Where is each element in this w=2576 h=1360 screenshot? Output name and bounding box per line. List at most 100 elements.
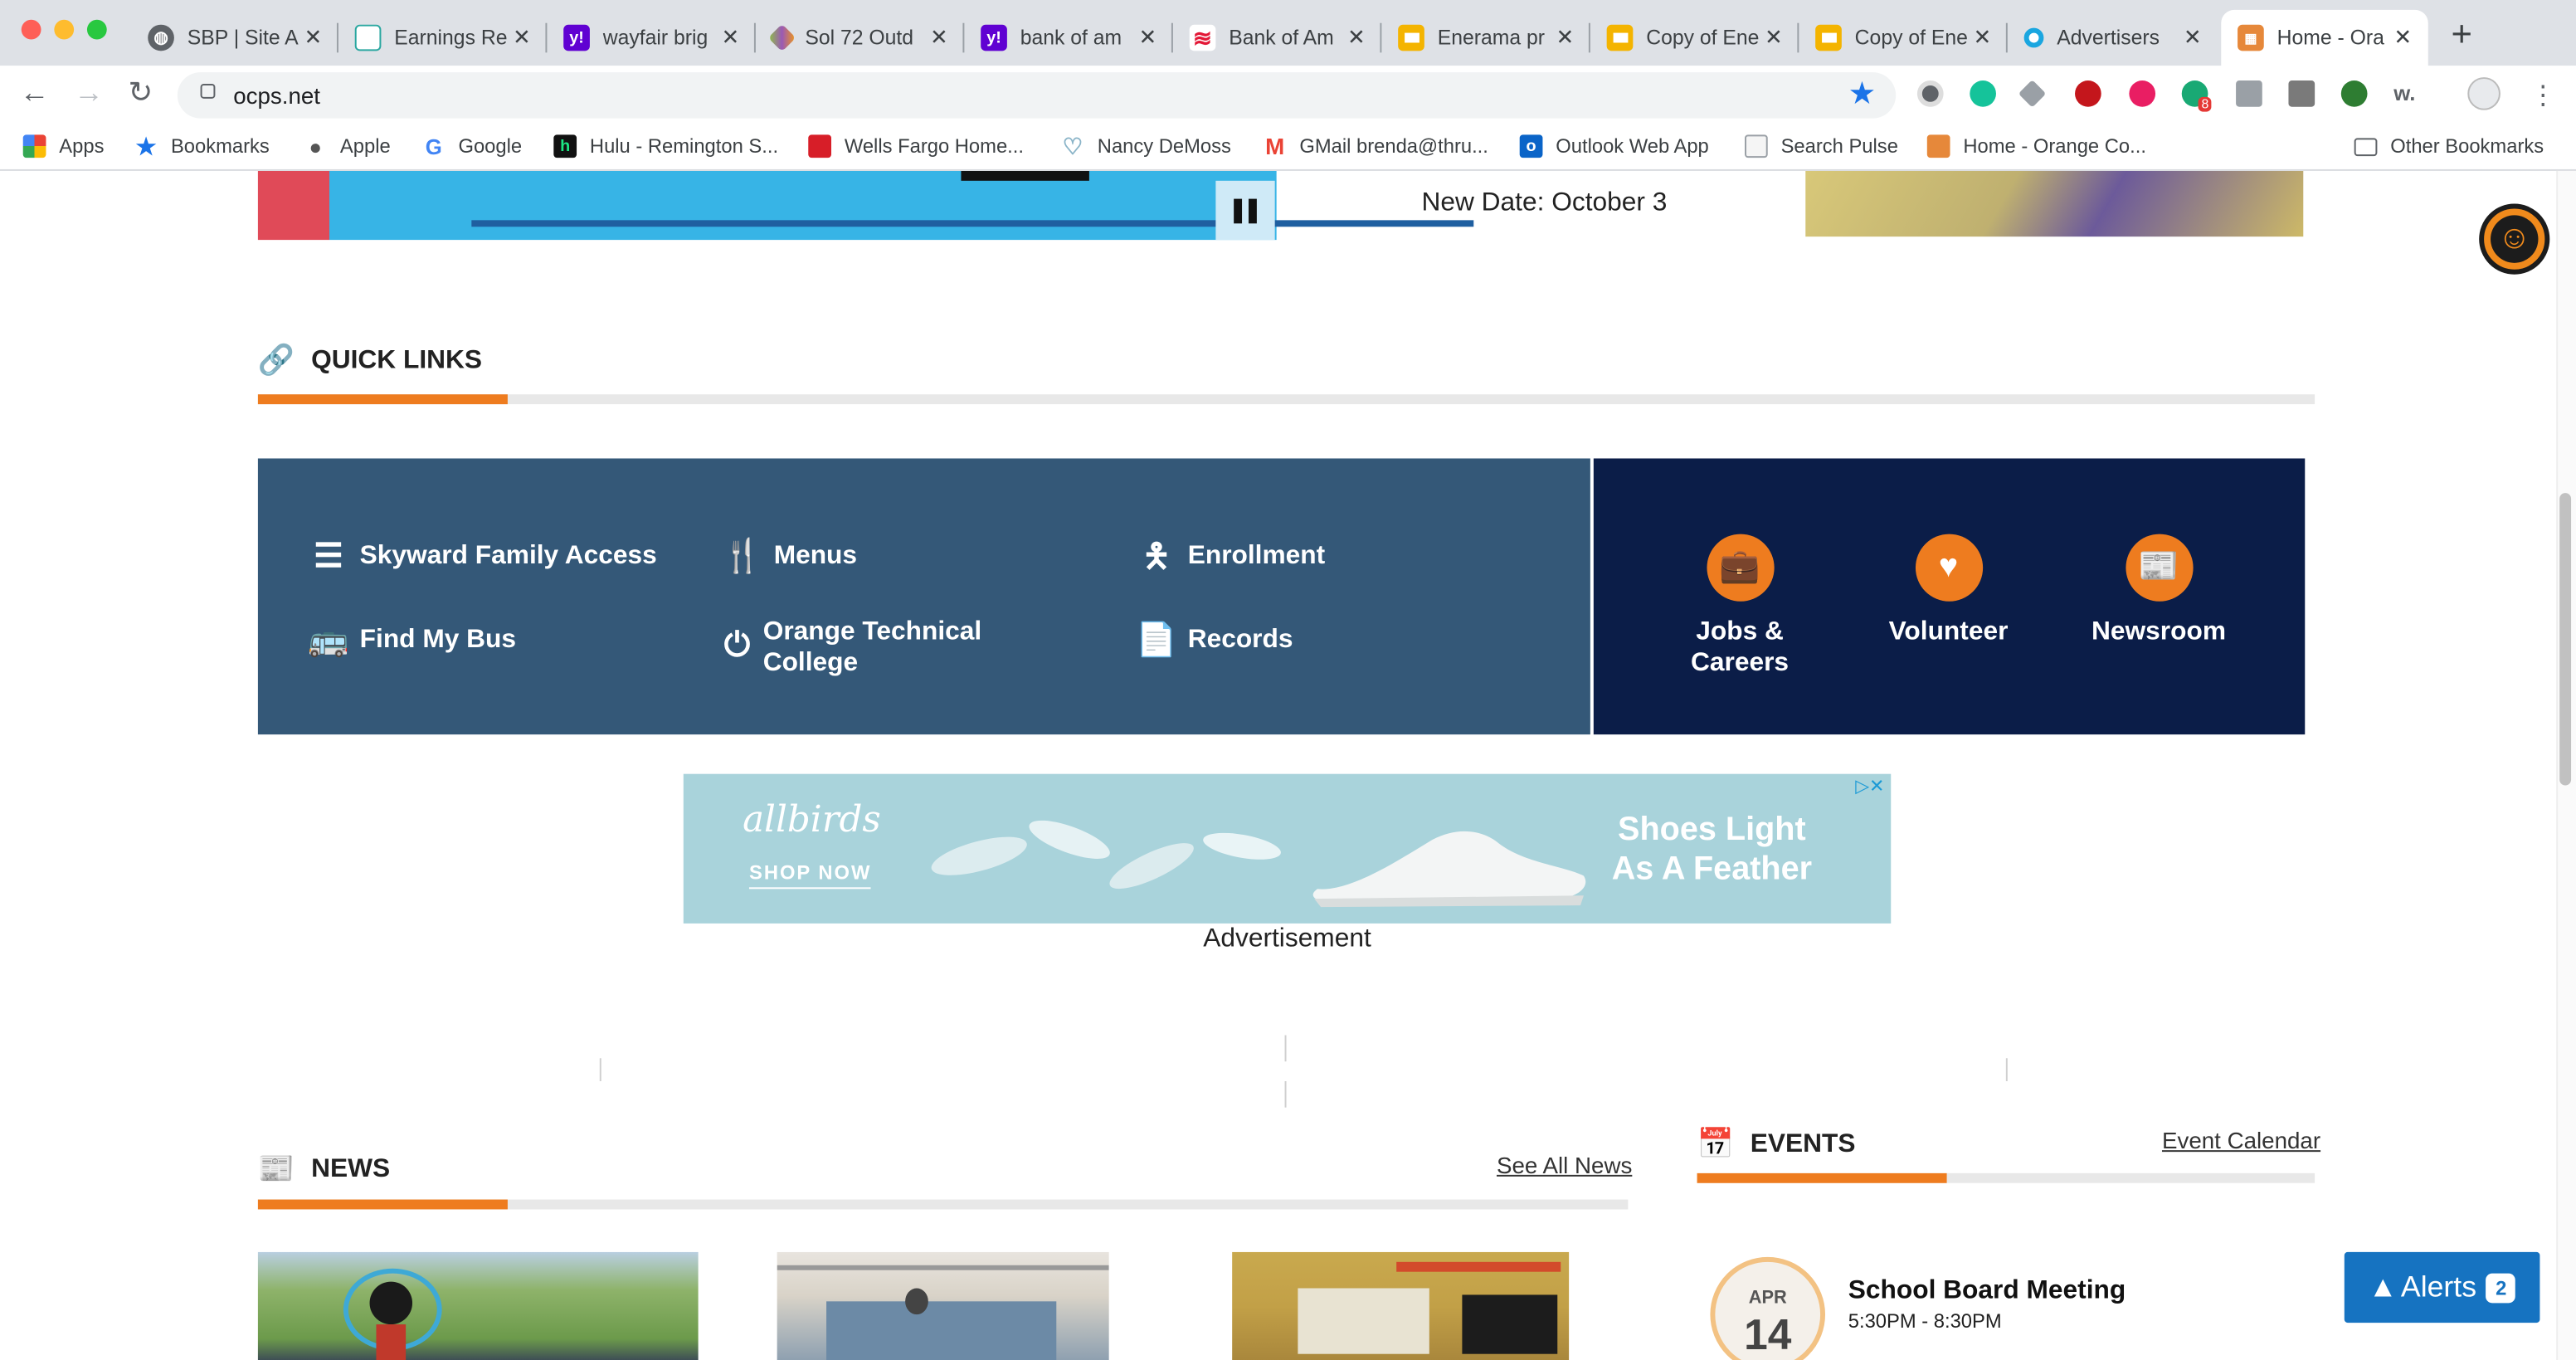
bookmark-star-icon[interactable]: ★ bbox=[1848, 76, 1877, 114]
bookmark-outlook[interactable]: o Outlook Web App bbox=[1519, 134, 1709, 158]
grammarly-icon[interactable] bbox=[1970, 80, 1996, 107]
browser-tab[interactable]: Enerama pr ✕ bbox=[1381, 10, 1590, 66]
bus-icon: 🚌 bbox=[308, 622, 349, 660]
ocps-icon: ▦ bbox=[2238, 24, 2264, 51]
featured-link-jobs-careers[interactable]: 💼 Jobs & Careers bbox=[1649, 534, 1830, 679]
menu-kebab-icon[interactable]: ⋮ bbox=[2530, 79, 2557, 112]
news-thumbnail[interactable] bbox=[777, 1251, 1109, 1360]
alerts-button[interactable]: ▲ Alerts 2 bbox=[2344, 1251, 2540, 1323]
bookmark-other[interactable]: Other Bookmarks bbox=[2354, 134, 2544, 158]
extension-badge: 8 bbox=[2198, 96, 2213, 112]
event-title[interactable]: School Board Meeting bbox=[1848, 1277, 2126, 1307]
quick-link-skyward[interactable]: ☰ Skyward Family Access bbox=[304, 540, 656, 573]
carousel-pause-button[interactable] bbox=[1215, 180, 1275, 241]
new-tab-button[interactable]: + bbox=[2452, 13, 2472, 56]
bookmark-wells-fargo[interactable]: Wells Fargo Home... bbox=[808, 134, 1024, 158]
quick-links-divider bbox=[257, 394, 2315, 405]
browser-tab[interactable]: ≋ Bank of Am ✕ bbox=[1173, 10, 1382, 66]
adchoices-icon[interactable]: ▷✕ bbox=[1855, 776, 1884, 797]
bookmark-apple[interactable]: ● Apple bbox=[304, 134, 390, 158]
accessibility-button[interactable]: ☺ bbox=[2479, 203, 2550, 275]
doc-icon bbox=[1745, 134, 1768, 158]
news-thumbnail[interactable] bbox=[1232, 1251, 1570, 1360]
close-tab-icon[interactable]: ✕ bbox=[1138, 25, 1157, 51]
carousel-image[interactable] bbox=[257, 170, 1474, 241]
featured-link-newsroom[interactable]: 📰 Newsroom bbox=[2068, 534, 2249, 648]
quick-link-find-my-bus[interactable]: 🚌 Find My Bus bbox=[304, 624, 516, 657]
chart-icon bbox=[354, 24, 382, 51]
browser-tab[interactable]: y! wayfair brig ✕ bbox=[547, 10, 756, 66]
person-icon: 🯅 bbox=[1142, 539, 1171, 576]
grey-g-icon[interactable] bbox=[2288, 80, 2315, 107]
link-icon: 🔗 bbox=[257, 343, 295, 377]
close-tab-icon[interactable]: ✕ bbox=[2184, 25, 2202, 51]
events-divider bbox=[1697, 1172, 2315, 1183]
browser-tab[interactable]: Copy of Ene ✕ bbox=[1799, 10, 2008, 66]
events-heading: 📅 EVENTS bbox=[1697, 1127, 1856, 1161]
boa-icon: ≋ bbox=[1189, 24, 1216, 51]
browser-tab[interactable]: Earnings Re ✕ bbox=[338, 10, 548, 66]
close-tab-icon[interactable]: ✕ bbox=[1347, 25, 1366, 51]
address-bar[interactable]: ocps.net ★ bbox=[177, 72, 1897, 119]
event-calendar-link[interactable]: Event Calendar bbox=[2162, 1127, 2320, 1153]
drive-icon[interactable] bbox=[2018, 80, 2047, 108]
page-content: New Date: October 3 ☺ 🔗 QUICK LINKS ☰ Sk… bbox=[0, 170, 2576, 1360]
close-tab-icon[interactable]: ✕ bbox=[1765, 25, 1783, 51]
ad-brand-logo: allbirds bbox=[743, 800, 881, 841]
list-icon: ☰ bbox=[314, 539, 343, 576]
apps-grid-icon bbox=[22, 134, 46, 158]
hulu-icon: h bbox=[553, 134, 577, 158]
w-extension-icon[interactable]: w. bbox=[2393, 80, 2415, 105]
bookmark-bookmarks[interactable]: ★ Bookmarks bbox=[134, 132, 270, 158]
maximize-window-button[interactable] bbox=[86, 19, 107, 40]
close-tab-icon[interactable]: ✕ bbox=[722, 25, 740, 51]
lock-icon bbox=[200, 83, 216, 99]
g-extension-icon[interactable] bbox=[2236, 80, 2262, 107]
folder-icon bbox=[2354, 137, 2378, 156]
news-thumbnail[interactable] bbox=[257, 1251, 699, 1360]
newspaper-icon: 📰 bbox=[2125, 534, 2193, 602]
forward-arrow-icon[interactable]: → bbox=[74, 76, 104, 110]
extension-circle-icon[interactable] bbox=[1916, 80, 1944, 107]
close-tab-icon[interactable]: ✕ bbox=[930, 25, 948, 51]
back-arrow-icon[interactable]: ← bbox=[20, 76, 50, 110]
close-tab-icon[interactable]: ✕ bbox=[513, 25, 531, 51]
quick-link-records[interactable]: 📄 Records bbox=[1132, 624, 1293, 657]
browser-tab[interactable]: Advertisers ✕ bbox=[2008, 10, 2218, 66]
browser-tab[interactable]: y! bank of am ✕ bbox=[964, 10, 1173, 66]
ring-icon bbox=[2023, 27, 2044, 48]
reload-icon[interactable]: ↻ bbox=[128, 76, 153, 110]
quick-link-orange-technical-college[interactable]: ⏻ Orange Technical College bbox=[718, 617, 1013, 679]
globe-extension-icon[interactable] bbox=[2340, 80, 2368, 107]
browser-tab-active[interactable]: ▦ Home - Ora ✕ bbox=[2221, 9, 2428, 66]
browser-tab[interactable]: ◍ SBP | Site A ✕ bbox=[131, 10, 338, 66]
bookmark-ocps-home[interactable]: Home - Orange Co... bbox=[1926, 134, 2146, 158]
c-extension-icon[interactable] bbox=[2129, 80, 2156, 107]
close-tab-icon[interactable]: ✕ bbox=[1556, 25, 1574, 51]
browser-tab[interactable]: Sol 72 Outd ✕ bbox=[756, 10, 965, 66]
quick-link-menus[interactable]: 🍴 Menus bbox=[718, 540, 857, 573]
profile-avatar-icon[interactable] bbox=[2467, 77, 2501, 110]
bookmark-search-pulse[interactable]: Search Pulse bbox=[1745, 134, 1898, 158]
calendar-icon: 📅 bbox=[1697, 1127, 1734, 1161]
close-tab-icon[interactable]: ✕ bbox=[2393, 25, 2412, 51]
wells-fargo-icon bbox=[808, 134, 831, 158]
close-window-button[interactable] bbox=[21, 19, 41, 40]
advertisement-banner[interactable]: allbirds SHOP NOW Shoes Light As A Feath… bbox=[683, 773, 1892, 924]
bookmark-apps[interactable]: Apps bbox=[22, 134, 104, 158]
featured-link-volunteer[interactable]: ♥ Volunteer bbox=[1858, 534, 2039, 648]
scrollbar-thumb[interactable] bbox=[2559, 493, 2572, 786]
minimize-window-button[interactable] bbox=[54, 19, 75, 40]
close-tab-icon[interactable]: ✕ bbox=[1973, 25, 1991, 51]
bookmark-nancy-demoss[interactable]: ♡ Nancy DeMoss bbox=[1061, 132, 1231, 158]
quick-link-enrollment[interactable]: 🯅 Enrollment bbox=[1132, 539, 1326, 576]
close-tab-icon[interactable]: ✕ bbox=[304, 25, 323, 51]
bookmark-gmail[interactable]: M GMail brenda@thru... bbox=[1264, 133, 1488, 159]
play-icon[interactable] bbox=[2075, 80, 2101, 107]
bookmark-google[interactable]: G Google bbox=[422, 134, 522, 158]
bookmark-hulu[interactable]: h Hulu - Remington S... bbox=[553, 134, 778, 158]
see-all-news-link[interactable]: See All News bbox=[1497, 1152, 1632, 1178]
browser-tab[interactable]: Copy of Ene ✕ bbox=[1590, 10, 1799, 66]
carousel-image-right[interactable] bbox=[1805, 170, 2304, 237]
ad-cta[interactable]: SHOP NOW bbox=[748, 861, 872, 890]
